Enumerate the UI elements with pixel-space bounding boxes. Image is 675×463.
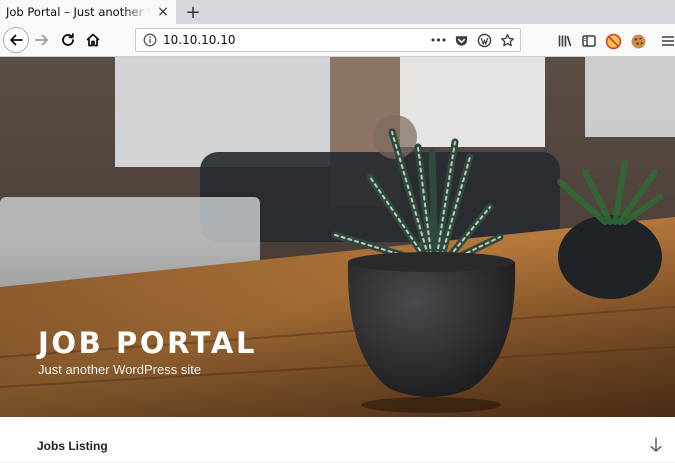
wordpress-icon[interactable] [475,31,493,49]
menu-item-jobs-listing[interactable]: Jobs Listing [37,439,108,453]
new-tab-button[interactable]: + [182,1,204,23]
arrow-down-icon[interactable] [646,435,666,455]
info-icon[interactable] [143,33,157,47]
forward-arrow-icon [35,34,48,46]
bookmark-star-icon[interactable] [498,31,516,49]
navigation-toolbar: 10.10.10.10 ••• [0,24,675,57]
reload-button[interactable] [56,28,80,52]
sidebar-icon[interactable] [579,31,599,51]
forward-button[interactable] [30,28,54,52]
pocket-icon[interactable] [452,31,470,49]
reload-icon [62,33,74,46]
page-actions-icon[interactable]: ••• [429,31,447,49]
home-button[interactable] [81,28,105,52]
close-tab-icon[interactable]: × [154,3,172,21]
url-bar[interactable]: 10.10.10.10 ••• [135,28,521,52]
back-button[interactable] [3,27,29,53]
blocker-extension-icon[interactable] [603,31,623,51]
site-title[interactable]: JOB PORTAL [38,326,257,360]
cookie-extension-icon[interactable] [628,31,648,51]
tab-title: Job Portal – Just another WordPress site [6,5,150,19]
url-text[interactable]: 10.10.10.10 [163,33,236,47]
hamburger-menu-icon[interactable] [658,31,675,51]
back-arrow-icon [10,34,23,46]
library-icon[interactable] [555,31,575,51]
site-header: JOB PORTAL Just another WordPress site [0,57,675,417]
active-tab[interactable]: Job Portal – Just another WordPress site… [0,0,176,24]
site-description: Just another WordPress site [38,362,202,377]
tab-strip: Job Portal – Just another WordPress site… [0,0,675,24]
home-icon [86,33,100,47]
main-navigation: Jobs Listing [0,417,675,463]
